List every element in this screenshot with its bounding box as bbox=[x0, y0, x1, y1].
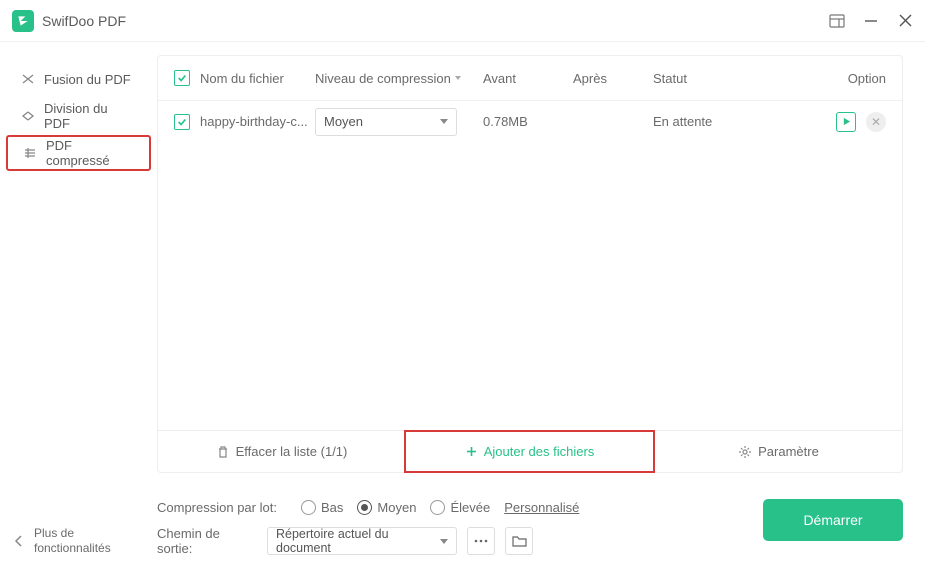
titlebar: SwifDoo PDF bbox=[0, 0, 925, 42]
row-size-before: 0.78MB bbox=[483, 114, 573, 129]
split-icon bbox=[20, 108, 36, 124]
browse-folder-button[interactable] bbox=[505, 527, 533, 555]
app-logo bbox=[12, 10, 34, 32]
compress-icon bbox=[22, 145, 38, 161]
sidebar: Fusion du PDF Division du PDF PDF compre… bbox=[0, 42, 157, 577]
table-header: Nom du fichier Niveau de compression Ava… bbox=[158, 56, 902, 100]
sidebar-item-label: Fusion du PDF bbox=[44, 72, 131, 87]
col-level[interactable]: Niveau de compression bbox=[315, 71, 483, 86]
minimize-icon[interactable] bbox=[863, 13, 879, 29]
remove-row-button[interactable]: ✕ bbox=[866, 112, 886, 132]
radio-low[interactable]: Bas bbox=[301, 500, 343, 515]
custom-link[interactable]: Personnalisé bbox=[504, 500, 579, 515]
row-checkbox[interactable] bbox=[174, 114, 190, 130]
radio-medium[interactable]: Moyen bbox=[357, 500, 416, 515]
sidebar-item-label: PDF compressé bbox=[46, 138, 135, 168]
row-filename: happy-birthday-c... bbox=[200, 114, 315, 129]
chevron-down-icon bbox=[440, 119, 448, 124]
plus-icon bbox=[465, 445, 478, 458]
app-title: SwifDoo PDF bbox=[42, 13, 126, 29]
trash-icon bbox=[216, 445, 230, 459]
select-all-checkbox[interactable] bbox=[174, 70, 190, 86]
more-options-button[interactable] bbox=[467, 527, 495, 555]
compression-level-select[interactable]: Moyen bbox=[315, 108, 457, 136]
clear-list-button[interactable]: Effacer la liste (1/1) bbox=[158, 431, 405, 472]
output-path-label: Chemin de sortie: bbox=[157, 526, 257, 556]
close-icon[interactable] bbox=[897, 13, 913, 29]
merge-icon bbox=[20, 71, 36, 87]
file-table: Nom du fichier Niveau de compression Ava… bbox=[157, 55, 903, 473]
layout-icon[interactable] bbox=[829, 13, 845, 29]
bottom-panel: Compression par lot: Bas Moyen Élevée Pe… bbox=[157, 479, 903, 577]
more-features[interactable]: Plus de fonctionnalités bbox=[14, 526, 111, 557]
sidebar-item-compress[interactable]: PDF compressé bbox=[6, 135, 151, 171]
more-features-label: Plus de fonctionnalités bbox=[34, 526, 111, 557]
sidebar-item-merge[interactable]: Fusion du PDF bbox=[6, 61, 151, 97]
col-status: Statut bbox=[653, 71, 826, 86]
col-name: Nom du fichier bbox=[200, 71, 315, 86]
sidebar-item-label: Division du PDF bbox=[44, 101, 137, 131]
content: Nom du fichier Niveau de compression Ava… bbox=[157, 42, 925, 577]
output-path-select[interactable]: Répertoire actuel du document bbox=[267, 527, 457, 555]
start-button[interactable]: Démarrer bbox=[763, 499, 903, 541]
settings-button[interactable]: Paramètre bbox=[654, 431, 902, 472]
col-option: Option bbox=[826, 71, 886, 86]
sidebar-item-split[interactable]: Division du PDF bbox=[6, 98, 151, 134]
row-status: En attente bbox=[653, 114, 836, 129]
batch-compression-label: Compression par lot: bbox=[157, 500, 287, 515]
add-files-button[interactable]: Ajouter des fichiers bbox=[404, 430, 655, 473]
radio-high[interactable]: Élevée bbox=[430, 500, 490, 515]
chevron-down-icon bbox=[440, 539, 448, 544]
table-footer: Effacer la liste (1/1) Ajouter des fichi… bbox=[158, 430, 902, 472]
gear-icon bbox=[738, 445, 752, 459]
col-after: Après bbox=[573, 71, 653, 86]
sort-icon bbox=[455, 76, 461, 80]
table-row: happy-birthday-c... Moyen 0.78MB En atte… bbox=[158, 100, 902, 142]
col-before: Avant bbox=[483, 71, 573, 86]
run-row-button[interactable] bbox=[836, 112, 856, 132]
